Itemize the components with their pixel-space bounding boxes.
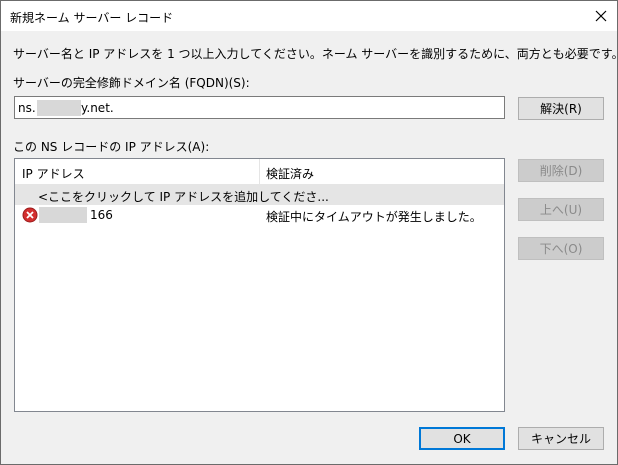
column-header-verified[interactable]: 検証済み [266,165,314,182]
fqdn-value-suffix: y.net. [81,101,114,115]
redacted-area [39,207,87,223]
ip-address-value: 166 [90,208,113,222]
move-up-button[interactable]: 上へ(U) [518,198,604,221]
column-header-ip[interactable]: IP アドレス [15,159,260,184]
add-ip-row-text: <ここをクリックして IP アドレスを追加してくださ... [38,190,329,204]
delete-button[interactable]: 削除(D) [518,159,604,182]
ip-list-label: この NS レコードの IP アドレス(A): [13,140,210,154]
ip-address-list[interactable]: IP アドレス 検証済み <ここをクリックして IP アドレスを追加してくださ.… [14,158,505,412]
title-bar: 新規ネーム サーバー レコード [1,1,617,31]
list-header: IP アドレス 検証済み [15,159,504,185]
close-button[interactable] [587,4,615,28]
table-row[interactable]: 166 検証中にタイムアウトが発生しました。 [15,205,504,225]
error-icon [22,207,38,223]
resolve-button[interactable]: 解決(R) [518,97,604,120]
fqdn-input[interactable]: ns. y.net. [14,96,505,119]
move-down-button[interactable]: 下へ(O) [518,237,604,260]
fqdn-label: サーバーの完全修飾ドメイン名 (FQDN)(S): [13,76,250,90]
column-header-ip-label: IP アドレス [22,167,85,181]
add-ip-row[interactable]: <ここをクリックして IP アドレスを追加してくださ... [15,185,504,205]
close-icon [595,10,607,22]
dialog-window: 新規ネーム サーバー レコード サーバー名と IP アドレスを 1 つ以上入力し… [0,0,618,465]
ok-button[interactable]: OK [419,427,505,450]
fqdn-value-prefix: ns. [18,101,36,115]
window-title: 新規ネーム サーバー レコード [10,11,174,25]
verification-status: 検証中にタイムアウトが発生しました。 [266,210,482,224]
cancel-button[interactable]: キャンセル [518,427,604,450]
redacted-area [37,100,81,116]
instructions-text: サーバー名と IP アドレスを 1 つ以上入力してください。ネーム サーバーを識… [13,47,618,61]
